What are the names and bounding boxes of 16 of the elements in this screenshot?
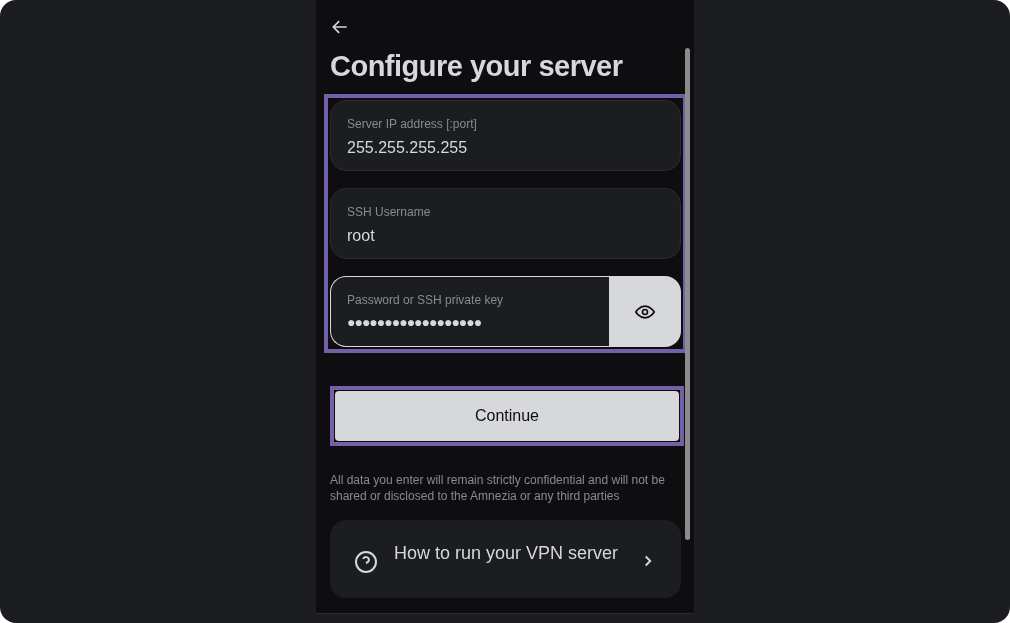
disclaimer-text: All data you enter will remain strictly confidential and will not be shared or disclosed to the Amnezia or any third parties [330,472,666,504]
field-value: ●●●●●●●●●●●●●●●●●● [347,313,483,332]
password-field[interactable]: Password or SSH private key ●●●●●●●●●●●●●●●●●● [330,276,609,347]
field-label: Server IP address [:port] [347,116,478,132]
help-card-title: How to run your VPN server [394,542,620,564]
field-label: SSH Username [347,204,432,220]
text-field[interactable]: Server IP address [:port] 255.255.255.255 [330,100,681,171]
help-card[interactable]: How to run your VPN server [330,520,681,598]
field-value: root [347,226,376,246]
text-field[interactable]: SSH Username root [330,188,681,259]
field-value: 255.255.255.255 [347,138,469,158]
show-password-button[interactable] [609,276,681,347]
continue-button[interactable]: Continue [335,391,679,441]
page-title: Configure your server [330,49,624,84]
question-icon [354,550,378,574]
field-label: Password or SSH private key [347,292,505,308]
